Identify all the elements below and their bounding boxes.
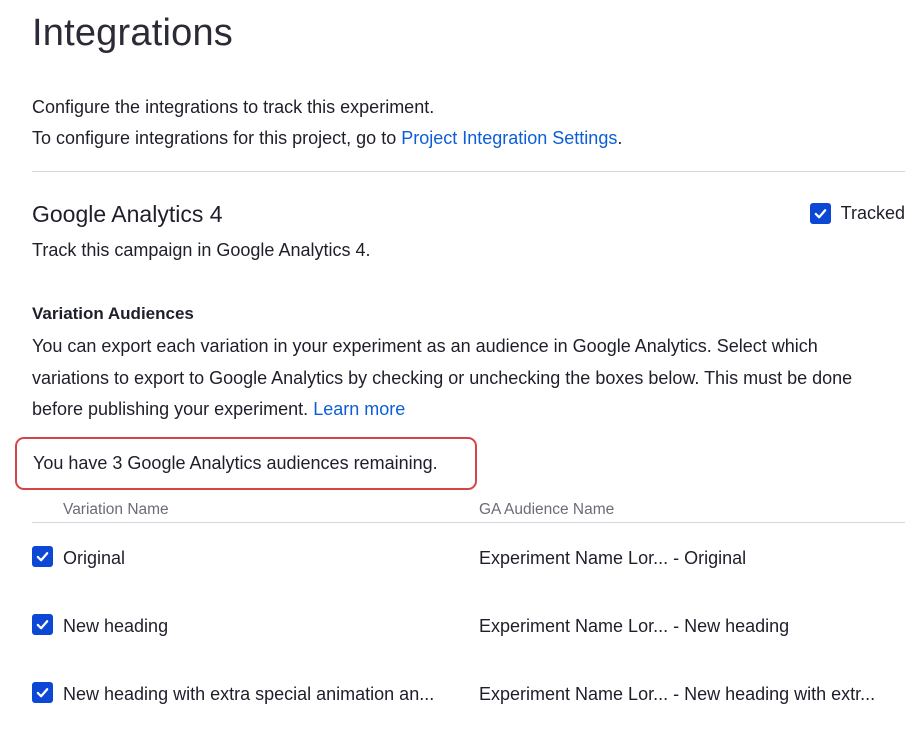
checkmark-icon bbox=[36, 552, 49, 562]
table-header: Variation Name GA Audience Name bbox=[32, 498, 905, 523]
intro-line-2: To configure integrations for this proje… bbox=[32, 123, 622, 154]
ga-audience-name: Experiment Name Lor... - Original bbox=[479, 548, 747, 568]
ga-audience-name: Experiment Name Lor... - New heading bbox=[479, 616, 790, 636]
table-row: Original Experiment Name Lor... - Origin… bbox=[32, 544, 905, 574]
intro-line-1: Configure the integrations to track this… bbox=[32, 97, 435, 117]
intro-line-2-prefix: To configure integrations for this proje… bbox=[32, 128, 402, 148]
table-row: New heading with extra special animation… bbox=[32, 680, 905, 710]
tracked-checkbox[interactable] bbox=[809, 203, 831, 224]
tracked-toggle[interactable]: Tracked bbox=[809, 203, 905, 224]
audiences-description-text: You can export each variation in your ex… bbox=[32, 336, 853, 419]
learn-more-link[interactable]: Learn more bbox=[313, 399, 405, 419]
integration-description: Track this campaign in Google Analytics … bbox=[32, 240, 371, 260]
row-checkbox[interactable] bbox=[32, 546, 53, 567]
intro-line-2-suffix: . bbox=[617, 128, 623, 148]
audiences-remaining-notice: You have 3 Google Analytics audiences re… bbox=[15, 437, 477, 490]
section-divider bbox=[32, 171, 905, 172]
page-title: Integrations bbox=[32, 12, 233, 54]
variation-name: New heading with extra special animation… bbox=[63, 684, 435, 704]
tracked-label: Tracked bbox=[840, 203, 905, 223]
intro-text: Configure the integrations to track this… bbox=[32, 92, 622, 154]
ga-audience-name: Experiment Name Lor... - New heading wit… bbox=[479, 684, 876, 704]
table-row: New heading Experiment Name Lor... - New… bbox=[32, 612, 905, 642]
variation-name: New heading bbox=[63, 616, 169, 636]
project-integration-settings-link[interactable]: Project Integration Settings bbox=[401, 128, 617, 148]
row-checkbox[interactable] bbox=[32, 682, 53, 703]
audiences-description: You can export each variation in your ex… bbox=[32, 331, 892, 426]
variation-name: Original bbox=[63, 548, 126, 568]
checkmark-icon bbox=[36, 620, 49, 630]
audiences-remaining-text: You have 3 Google Analytics audiences re… bbox=[33, 453, 438, 473]
row-checkbox[interactable] bbox=[32, 614, 53, 635]
checkmark-icon bbox=[36, 688, 49, 698]
checkmark-icon bbox=[814, 209, 826, 219]
audiences-title: Variation Audiences bbox=[32, 304, 194, 323]
column-header-ga-audience: GA Audience Name bbox=[479, 501, 615, 518]
column-header-variation: Variation Name bbox=[63, 501, 169, 518]
integration-title: Google Analytics 4 bbox=[32, 201, 223, 227]
